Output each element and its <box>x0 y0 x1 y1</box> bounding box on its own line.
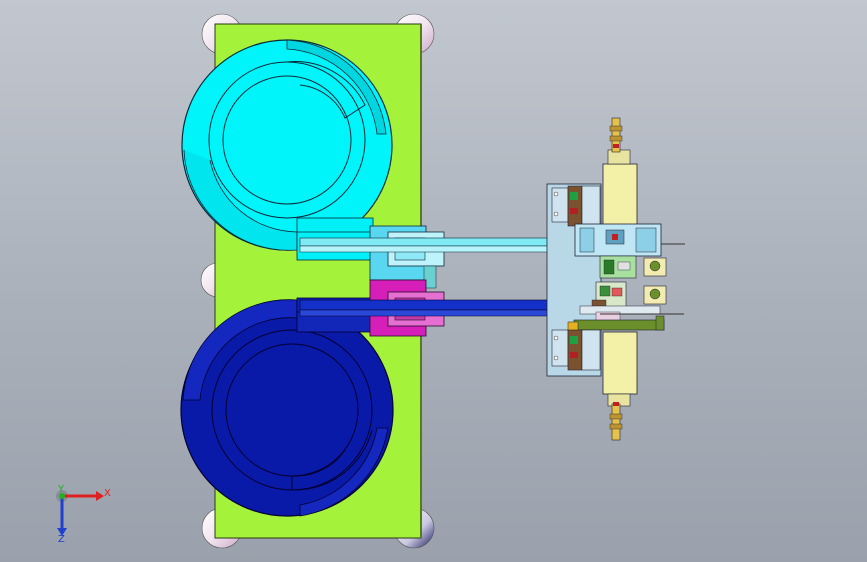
assembly-drawing[interactable]: X Y Z <box>0 0 867 562</box>
upper-cylinder <box>602 117 638 227</box>
upper-valve-block <box>551 185 601 227</box>
center-slider <box>574 223 685 257</box>
triad-z-label: Z <box>58 534 65 545</box>
pneumatic-station[interactable] <box>546 117 685 441</box>
lower-valve-block <box>551 329 601 371</box>
triad-x-label: X <box>104 488 111 499</box>
lower-vibratory-bowl[interactable] <box>180 297 394 517</box>
lower-cylinder <box>602 331 638 441</box>
cad-viewport[interactable]: X Y Z <box>0 0 867 562</box>
triad-x-arrow-icon <box>96 491 104 501</box>
upper-vibratory-bowl[interactable] <box>181 39 393 261</box>
triad-y-label: Y <box>57 484 65 495</box>
coordinate-triad: X Y Z <box>56 484 111 545</box>
